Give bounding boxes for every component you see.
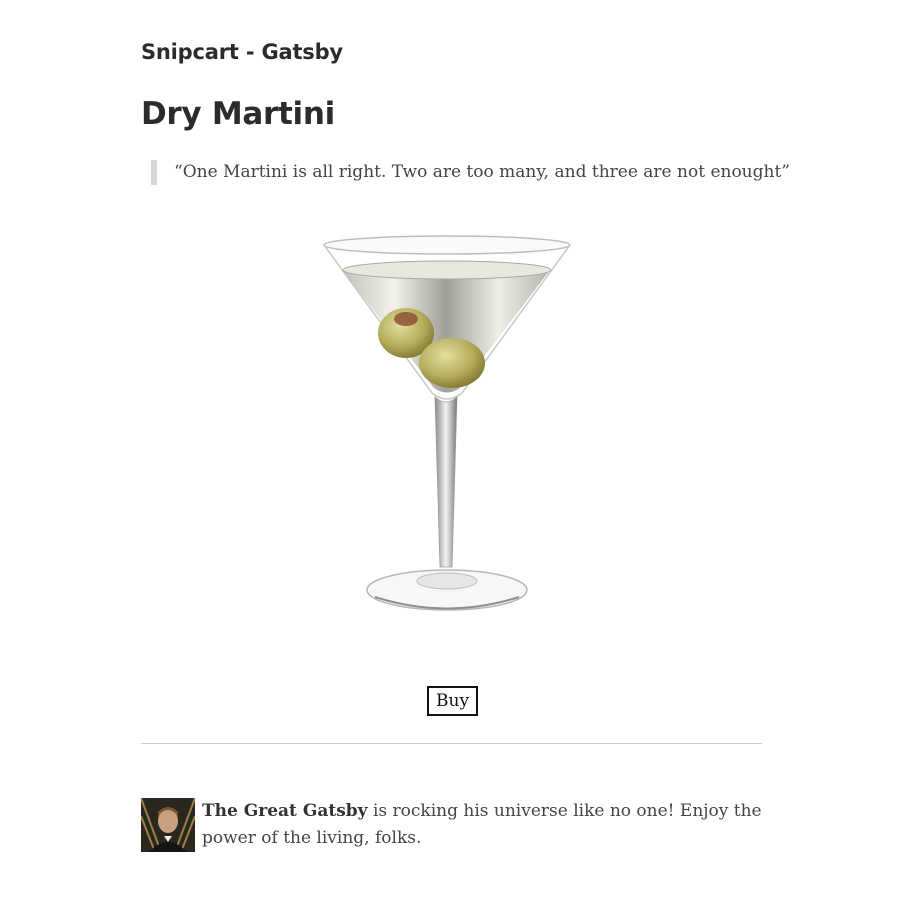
author-bio-text: The Great Gatsby is rocking his universe… [202,798,762,852]
page-title: Dry Martini [141,96,335,132]
site-title-link[interactable]: Snipcart - Gatsby [141,40,343,64]
product-image [300,225,600,629]
divider [141,743,762,744]
author-avatar [141,798,195,852]
quote-block: “One Martini is all right. Two are too m… [151,160,790,185]
buy-button[interactable]: Buy [427,686,479,716]
author-name: The Great Gatsby [202,801,368,821]
